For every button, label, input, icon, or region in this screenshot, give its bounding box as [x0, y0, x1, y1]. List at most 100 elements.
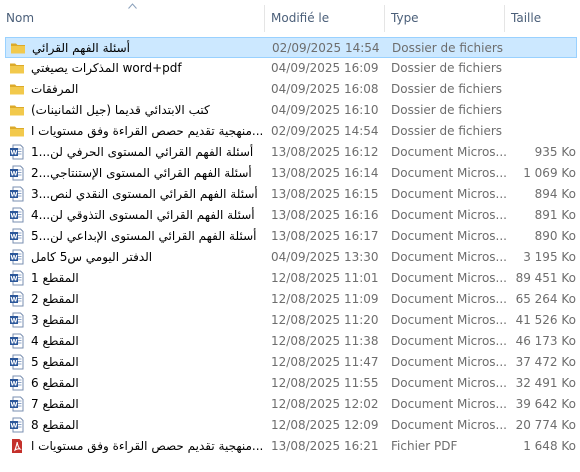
file-size: 37 472 Ko	[515, 355, 576, 369]
file-row[interactable]: W المقطع 4 12/08/2025 11:38 Document Micros…	[5, 331, 577, 352]
file-name: المقطع 5	[31, 355, 79, 369]
word-document-icon: W	[9, 312, 25, 328]
file-type: Dossier de fichiers	[391, 103, 503, 117]
file-type: Dossier de fichiers	[391, 124, 503, 138]
file-row[interactable]: منهجية تقديم حصص القراءة وفق مستويات ا..…	[5, 436, 577, 457]
svg-text:W: W	[10, 296, 17, 304]
file-row[interactable]: W أسئلة الفهم القرائي المستوى الحرفي لن..…	[5, 142, 577, 163]
column-header-name[interactable]: Nom	[0, 0, 264, 34]
file-explorer: Nom Modifié le Type Taille أسئلة الفهم ا…	[0, 0, 580, 472]
file-type: Document Micros...	[391, 187, 506, 201]
file-row[interactable]: W أسئلة الفهم القرائي المستوى الإبداعي لن…	[5, 226, 577, 247]
file-row[interactable]: W الدفتر اليومي س5 كامل 04/09/2025 13:30 Do…	[5, 247, 577, 268]
file-size: 39 642 Ko	[515, 397, 576, 411]
file-size: 3 195 Ko	[523, 250, 576, 264]
file-type: Dossier de fichiers	[392, 41, 504, 55]
column-header-size[interactable]: Taille	[505, 0, 580, 34]
file-name: أسئلة الفهم القرائي المستوى التذوقي لن..…	[31, 208, 255, 222]
file-row[interactable]: W المقطع 3 12/08/2025 11:20 Document Micros…	[5, 310, 577, 331]
file-modified-date: 02/09/2025 14:54	[271, 124, 379, 138]
svg-text:W: W	[10, 233, 17, 241]
word-document-icon: W	[9, 291, 25, 307]
word-document-icon: W	[9, 375, 25, 391]
file-name: المقطع 8	[31, 418, 79, 432]
file-row[interactable]: W المقطع 8 12/08/2025 12:09 Document Micros…	[5, 415, 577, 436]
file-modified-date: 12/08/2025 11:47	[271, 355, 379, 369]
file-name: الدفتر اليومي س5 كامل	[31, 250, 153, 264]
word-document-icon: W	[9, 396, 25, 412]
file-row[interactable]: W أسئلة الفهم القرائي المستوى التذوقي لن.…	[5, 205, 577, 226]
file-size: 894 Ko	[534, 187, 576, 201]
file-size: 89 451 Ko	[515, 271, 576, 285]
word-document-icon: W	[9, 249, 25, 265]
file-modified-date: 04/09/2025 16:09	[271, 61, 379, 75]
svg-text:W: W	[10, 359, 17, 367]
file-type: Document Micros...	[391, 376, 506, 390]
file-size	[511, 38, 577, 59]
word-document-icon: W	[9, 165, 25, 181]
file-size	[510, 58, 576, 79]
folder-icon	[9, 123, 25, 139]
file-size: 41 526 Ko	[515, 313, 576, 327]
svg-text:W: W	[10, 191, 17, 199]
file-size: 891 Ko	[534, 208, 576, 222]
folder-icon	[9, 81, 25, 97]
folder-icon	[10, 40, 26, 56]
file-type: Document Micros...	[391, 208, 506, 222]
file-modified-date: 12/08/2025 11:38	[271, 334, 379, 348]
file-modified-date: 12/08/2025 11:01	[271, 271, 379, 285]
svg-text:W: W	[10, 401, 17, 409]
file-name: منهجية تقديم حصص القراءة وفق مستويات ا..…	[31, 124, 263, 138]
file-row[interactable]: كتب الابتدائي قديما (جيل الثمانينات) 04/0…	[5, 100, 577, 121]
file-modified-date: 13/08/2025 16:16	[271, 208, 379, 222]
file-size	[510, 79, 576, 100]
file-row[interactable]: المذكرات يصيغتي word+pdf 04/09/2025 16:09…	[5, 58, 577, 79]
file-name: المقطع 6	[31, 376, 79, 390]
file-type: Document Micros...	[391, 145, 506, 159]
file-row[interactable]: المرفقات 04/09/2025 16:08 Dossier de fichi…	[5, 79, 577, 100]
file-type: Document Micros...	[391, 250, 506, 264]
file-modified-date: 12/08/2025 11:20	[271, 313, 379, 327]
svg-text:W: W	[10, 380, 17, 388]
column-header-modified[interactable]: Modifié le	[265, 0, 384, 34]
file-name: المقطع 1	[31, 271, 79, 285]
file-name: كتب الابتدائي قديما (جيل الثمانينات)	[31, 103, 210, 117]
file-type: Document Micros...	[391, 397, 506, 411]
file-name: المقطع 2	[31, 292, 79, 306]
file-modified-date: 13/08/2025 16:12	[271, 145, 379, 159]
file-name: المقطع 7	[31, 397, 79, 411]
file-type: Document Micros...	[391, 229, 506, 243]
word-document-icon: W	[9, 144, 25, 160]
file-name: المرفقات	[31, 82, 79, 96]
svg-text:W: W	[10, 212, 17, 220]
file-row[interactable]: منهجية تقديم حصص القراءة وفق مستويات ا..…	[5, 121, 577, 142]
word-document-icon: W	[9, 228, 25, 244]
file-name: المقطع 3	[31, 313, 79, 327]
file-row[interactable]: W أسئلة الفهم القرائي المستوى النقدي لنص.…	[5, 184, 577, 205]
pdf-icon	[9, 438, 25, 454]
file-type: Document Micros...	[391, 418, 506, 432]
file-size: 890 Ko	[534, 229, 576, 243]
file-row[interactable]: W المقطع 6 12/08/2025 11:55 Document Micros…	[5, 373, 577, 394]
file-row[interactable]: W المقطع 2 12/08/2025 11:09 Document Micros…	[5, 289, 577, 310]
file-modified-date: 12/08/2025 12:09	[271, 418, 379, 432]
file-name: المذكرات يصيغتي word+pdf	[31, 61, 182, 75]
file-size: 46 173 Ko	[515, 334, 576, 348]
file-row[interactable]: W المقطع 7 12/08/2025 12:02 Document Micros…	[5, 394, 577, 415]
svg-text:W: W	[10, 254, 17, 262]
file-row[interactable]: أسئلة الفهم القرائي 02/09/2025 14:54 Dossi…	[5, 37, 577, 58]
column-header-type[interactable]: Type	[385, 0, 504, 34]
folder-icon	[9, 60, 25, 76]
file-row[interactable]: W أسئلة الفهم القرائي المستوى الإستنتاجي.…	[5, 163, 577, 184]
file-modified-date: 04/09/2025 13:30	[271, 250, 379, 264]
file-row[interactable]: W المقطع 5 12/08/2025 11:47 Document Micros…	[5, 352, 577, 373]
file-modified-date: 13/08/2025 16:17	[271, 229, 379, 243]
file-name: أسئلة الفهم القرائي المستوى النقدي لنص..…	[31, 187, 258, 201]
word-document-icon: W	[9, 186, 25, 202]
file-name: أسئلة الفهم القرائي	[32, 41, 130, 55]
file-type: Document Micros...	[391, 166, 506, 180]
file-type: Dossier de fichiers	[391, 82, 503, 96]
file-row[interactable]: W المقطع 1 12/08/2025 11:01 Document Micros…	[5, 268, 577, 289]
file-size: 20 774 Ko	[515, 418, 576, 432]
file-name: المقطع 4	[31, 334, 79, 348]
